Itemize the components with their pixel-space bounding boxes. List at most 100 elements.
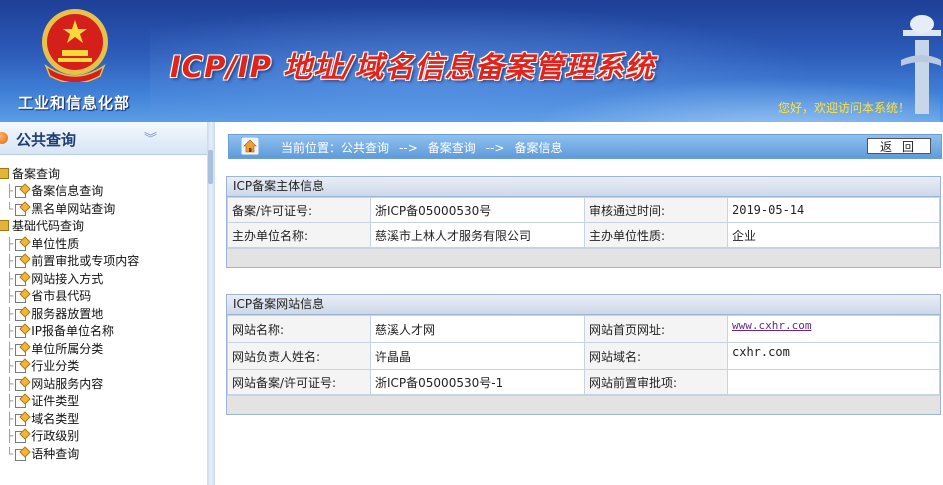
field-label: 网站首页网址:: [584, 315, 728, 343]
splitter-grip[interactable]: [208, 150, 213, 184]
sidebar-title: 公共查询: [16, 131, 77, 149]
document-icon: [14, 255, 28, 268]
document-icon: [14, 203, 28, 216]
field-label: 审核通过时间:: [584, 197, 728, 223]
ministry-name: 工业和信息化部: [18, 94, 131, 112]
chevron-double-down-icon[interactable]: ︾: [144, 128, 157, 147]
home-icon[interactable]: [241, 137, 259, 155]
document-icon: [14, 308, 28, 321]
breadcrumb-item[interactable]: 公共查询: [341, 141, 389, 155]
field-value: www.cxhr.com: [727, 315, 940, 343]
field-label: 网站负责人姓名:: [227, 342, 371, 370]
field-value: 慈溪人才网: [370, 315, 585, 343]
sidebar-header[interactable]: 公共查询 ︾: [0, 122, 207, 155]
field-value: 慈溪市上林人才服务有限公司: [370, 222, 585, 248]
field-value: cxhr.com: [727, 342, 940, 370]
document-icon: [14, 413, 28, 426]
field-value: 企业: [727, 222, 940, 248]
breadcrumb-sep: -->: [485, 141, 505, 155]
sidebar-item[interactable]: ├ 行政级别: [6, 428, 79, 445]
panel-footer: [227, 248, 940, 267]
tree-folder-label: 基础代码查询: [12, 219, 85, 233]
folder-icon: [0, 168, 9, 179]
panel-title: ICP备案主体信息: [227, 177, 940, 197]
field-value: 许晶晶: [370, 342, 585, 370]
field-label: 网站域名:: [584, 342, 728, 370]
breadcrumb-item[interactable]: 备案查询: [428, 141, 476, 155]
table-row: 网站名称: 慈溪人才网 网站首页网址: www.cxhr.com: [227, 315, 940, 343]
sidebar-item-label: 网站服务内容: [31, 377, 104, 391]
sidebar-item[interactable]: ├ 域名类型: [6, 411, 79, 428]
sidebar-item-label: 黑名单网站查询: [31, 202, 116, 216]
system-title: ICP/IP 地址/域名信息备案管理系统: [170, 50, 655, 84]
page-header: 工业和信息化部 ICP/IP 地址/域名信息备案管理系统 您好，欢迎访问本系统！: [0, 0, 943, 122]
sidebar-item[interactable]: ├ 单位性质: [6, 236, 79, 253]
document-icon: [14, 430, 28, 443]
sidebar-item-blacklist-query[interactable]: └ 黑名单网站查询: [6, 201, 115, 218]
field-label: 主办单位名称:: [227, 222, 371, 248]
sidebar-item[interactable]: ├ 省市县代码: [6, 288, 91, 305]
sidebar-item[interactable]: ├ 网站服务内容: [6, 376, 103, 393]
sidebar-item[interactable]: ├ 服务器放置地: [6, 306, 103, 323]
sidebar-splitter[interactable]: [207, 122, 215, 485]
homepage-url-link[interactable]: www.cxhr.com: [732, 319, 811, 332]
sidebar-item-label: 语种查询: [31, 447, 80, 461]
sidebar-item-label: 域名类型: [31, 412, 80, 426]
breadcrumb: 当前位置：公共查询 --> 备案查询 --> 备案信息 返回: [228, 134, 942, 159]
sidebar-item-label: 单位所属分类: [31, 342, 104, 356]
sidebar-item-label: 网站接入方式: [31, 272, 104, 286]
panel-footer: [227, 395, 940, 414]
document-icon: [14, 395, 28, 408]
sidebar-item-label: 省市县代码: [31, 289, 92, 303]
document-icon: [14, 360, 28, 373]
sidebar-item-label: 前置审批或专项内容: [31, 254, 140, 268]
sidebar: 公共查询 ︾ 备案查询 ├ 备案信息查询 └ 黑名单网站查询 基础代码查询 ├ 单位性…: [0, 122, 208, 485]
table-row: 主办单位名称: 慈溪市上林人才服务有限公司 主办单位性质: 企业: [227, 222, 940, 248]
sidebar-item-filing-info-query[interactable]: ├ 备案信息查询: [6, 183, 103, 200]
field-value: 浙ICP备05000530号-1: [370, 369, 585, 395]
bullet-icon: [0, 132, 8, 144]
sidebar-item-label: IP报备单位名称: [31, 324, 115, 338]
sidebar-item-label: 证件类型: [31, 394, 80, 408]
field-label: 网站前置审批项:: [584, 369, 728, 395]
sidebar-item[interactable]: ├ 证件类型: [6, 393, 79, 410]
breadcrumb-prefix: 当前位置：: [281, 141, 342, 155]
document-icon: [14, 343, 28, 356]
field-label: 主办单位性质:: [584, 222, 728, 248]
sidebar-item[interactable]: ├ IP报备单位名称: [6, 323, 114, 340]
table-row: 网站负责人姓名: 许晶晶 网站域名: cxhr.com: [227, 342, 940, 370]
subject-table: 备案/许可证号: 浙ICP备05000530号 审核通过时间: 2019-05-…: [227, 197, 940, 248]
document-icon: [14, 378, 28, 391]
website-table: 网站名称: 慈溪人才网 网站首页网址: www.cxhr.com 网站负责人姓名…: [227, 315, 940, 395]
sidebar-item-label: 行业分类: [31, 359, 80, 373]
table-row: 备案/许可证号: 浙ICP备05000530号 审核通过时间: 2019-05-…: [227, 197, 940, 223]
tree-folder-basic-code-query[interactable]: 基础代码查询: [0, 218, 84, 235]
sidebar-item[interactable]: ├ 行业分类: [6, 358, 79, 375]
icp-subject-panel: ICP备案主体信息 备案/许可证号: 浙ICP备05000530号 审核通过时间…: [226, 176, 941, 268]
field-value: 浙ICP备05000530号: [370, 197, 585, 223]
field-value: [727, 369, 940, 395]
sidebar-item[interactable]: ├ 单位所属分类: [6, 341, 103, 358]
back-button[interactable]: 返回: [867, 138, 931, 154]
tree-folder-filing-query[interactable]: 备案查询: [0, 166, 60, 183]
breadcrumb-item-current: 备案信息: [514, 141, 563, 155]
tree-folder-label: 备案查询: [12, 167, 61, 181]
document-icon: [14, 290, 28, 303]
sidebar-item[interactable]: ├ 网站接入方式: [6, 271, 103, 288]
welcome-text: 您好，欢迎访问本系统！: [778, 101, 911, 115]
document-icon: [14, 185, 28, 198]
field-label: 备案/许可证号:: [227, 197, 371, 223]
breadcrumb-sep: -->: [399, 141, 418, 155]
folder-icon: [0, 220, 9, 231]
sidebar-item-label: 单位性质: [31, 237, 80, 251]
sidebar-item-label: 备案信息查询: [31, 184, 104, 198]
field-label: 网站名称:: [227, 315, 371, 343]
icp-website-panel: ICP备案网站信息 网站名称: 慈溪人才网 网站首页网址: www.cxhr.c…: [226, 294, 941, 415]
sidebar-item[interactable]: └ 语种查询: [6, 446, 79, 463]
national-emblem-icon: [42, 9, 108, 82]
sidebar-item-label: 行政级别: [31, 429, 80, 443]
sidebar-item[interactable]: ├ 前置审批或专项内容: [6, 253, 139, 270]
document-icon: [14, 273, 28, 286]
field-label: 网站备案/许可证号:: [227, 369, 371, 395]
panel-title: ICP备案网站信息: [227, 295, 940, 315]
